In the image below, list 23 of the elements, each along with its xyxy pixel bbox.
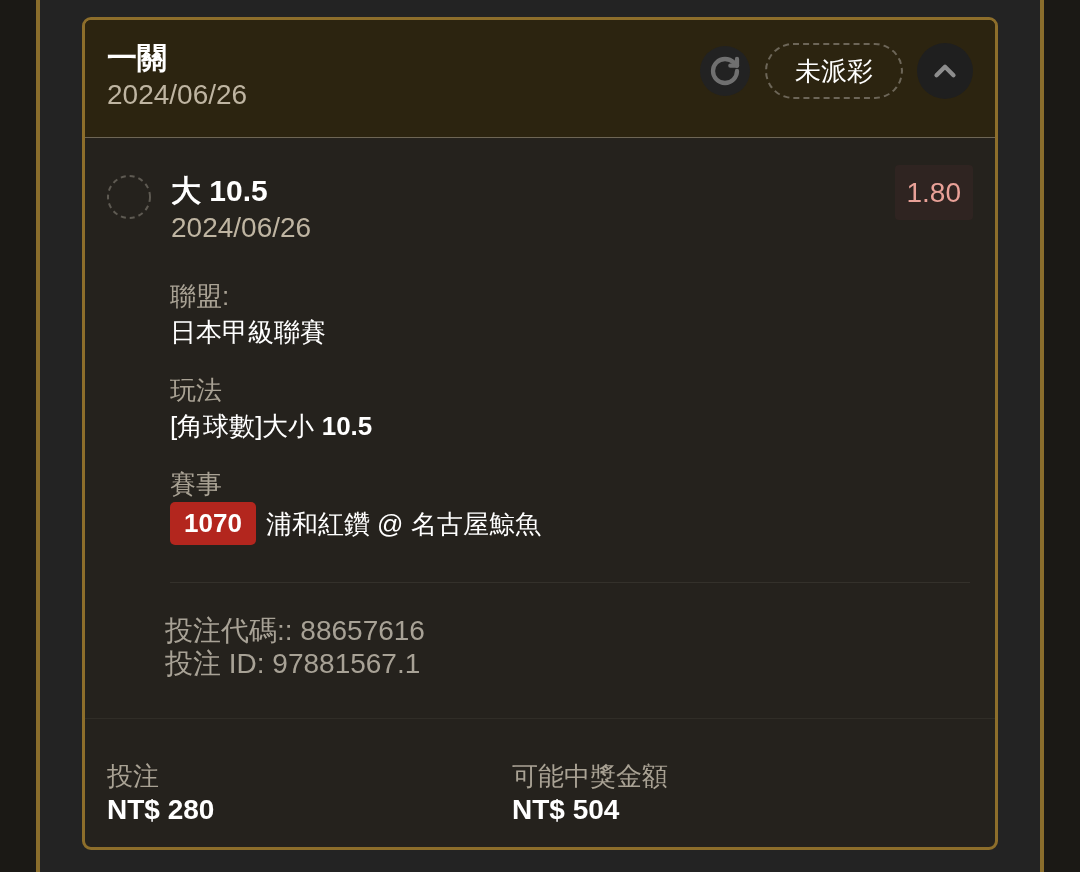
summary-label: 投注 bbox=[107, 760, 160, 793]
selection-name: 大 10.5 bbox=[171, 173, 269, 209]
detail-value: [角球數]大小 10.5 bbox=[170, 410, 374, 443]
ticket-title: 一關 bbox=[107, 40, 168, 76]
bet-id: 投注 ID: 97881567.1 bbox=[165, 647, 422, 680]
collapse-button[interactable] bbox=[917, 43, 973, 99]
dashed-circle-icon[interactable] bbox=[107, 175, 151, 219]
detail-value: 日本甲級聯賽 bbox=[170, 316, 327, 349]
odds-value: 1.80 bbox=[894, 165, 973, 220]
match-teams: 浦和紅鑽 @ 名古屋鯨魚 bbox=[265, 507, 541, 541]
summary-label: 可能中獎金額 bbox=[512, 760, 669, 793]
status-tag: 未派彩 bbox=[765, 43, 903, 99]
refresh-icon bbox=[709, 55, 741, 87]
match-number-tag: 1070 bbox=[170, 502, 256, 545]
detail-label: 玩法 bbox=[170, 374, 223, 407]
summary-amount: NT$ 504 bbox=[512, 793, 621, 826]
detail-label: 聯盟: bbox=[170, 280, 231, 313]
detail-label: 賽事 bbox=[170, 468, 223, 501]
selection-date: 2024/06/26 bbox=[171, 211, 313, 245]
summary-amount: NT$ 280 bbox=[107, 793, 216, 826]
bet-code: 投注代碼:: 88657616 bbox=[165, 614, 426, 647]
refresh-button[interactable] bbox=[700, 46, 750, 96]
ticket-date: 2024/06/26 bbox=[107, 78, 248, 112]
